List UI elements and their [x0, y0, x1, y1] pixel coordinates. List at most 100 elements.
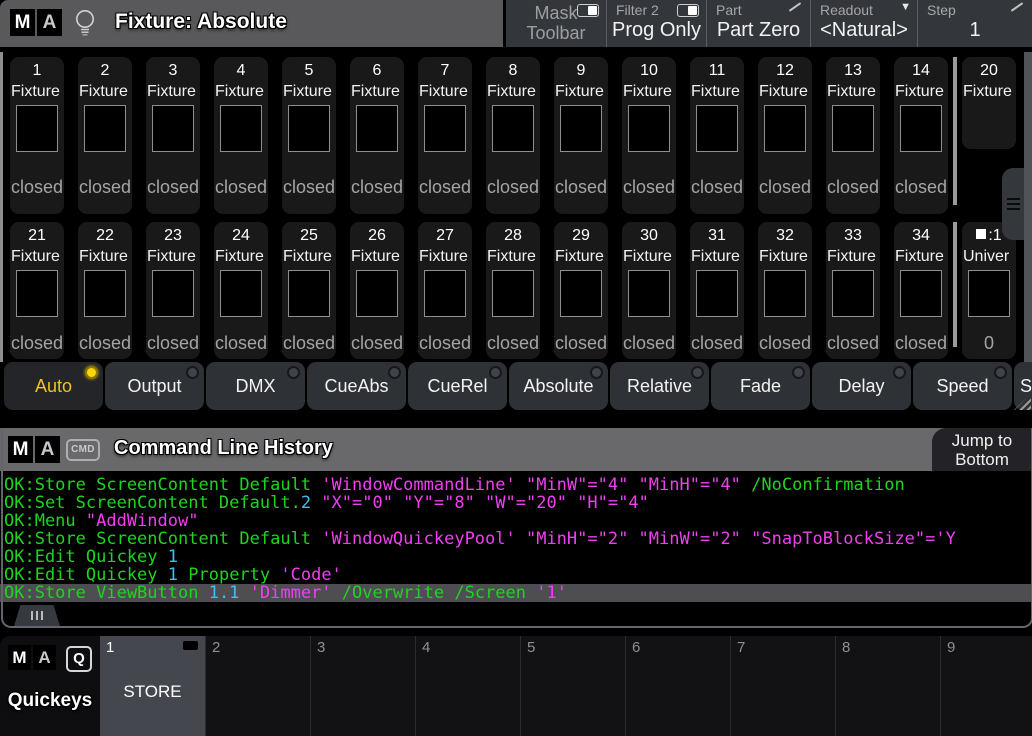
fixture-cell[interactable]: 3Fixtureclosed: [146, 57, 200, 214]
fixture-status: closed: [690, 333, 744, 354]
filter-button[interactable]: Filter 2Prog Only: [606, 0, 706, 47]
fixture-status: closed: [690, 177, 744, 198]
quickey-cell[interactable]: 2: [205, 636, 310, 736]
quickey-cell[interactable]: 8: [835, 636, 940, 736]
jump-to-bottom-button[interactable]: Jump to Bottom: [932, 428, 1032, 471]
tab-output[interactable]: Output: [105, 362, 204, 410]
fixture-number: 22: [78, 225, 132, 246]
tab-delay[interactable]: Delay: [812, 362, 911, 410]
toggle-icon: [577, 4, 599, 17]
fixture-cell[interactable]: 28Fixtureclosed: [486, 222, 540, 359]
fixture-cell[interactable]: 23Fixtureclosed: [146, 222, 200, 359]
part-button[interactable]: PartPart Zero: [706, 0, 810, 47]
screen: M A Fixture: Absolute MaskToolbarFilter …: [0, 0, 1032, 736]
fixture-cell[interactable]: 26Fixtureclosed: [350, 222, 404, 359]
fixture-cell[interactable]: 10Fixtureclosed: [622, 57, 676, 214]
fixture-status: closed: [622, 333, 676, 354]
fixture-cell[interactable]: 33Fixtureclosed: [826, 222, 880, 359]
tab-speed[interactable]: Speed: [913, 362, 1012, 410]
fixture-number: 28: [486, 225, 540, 246]
fixture-number: 29: [554, 225, 608, 246]
fixture-cell[interactable]: 13Fixtureclosed: [826, 57, 880, 214]
step-button[interactable]: Step1: [917, 0, 1032, 47]
fixture-row-2: 21Fixtureclosed22Fixtureclosed23Fixturec…: [0, 222, 1032, 359]
fixture-cell[interactable]: 24Fixtureclosed: [214, 222, 268, 359]
fixture-cell-partial[interactable]: 20Fixture: [962, 57, 1016, 149]
fixture-cell[interactable]: 31Fixtureclosed: [690, 222, 744, 359]
fixture-value-box: [560, 105, 602, 152]
fixture-cell[interactable]: 1Fixtureclosed: [10, 57, 64, 214]
fixture-cell[interactable]: 8Fixtureclosed: [486, 57, 540, 214]
tab-absolute[interactable]: Absolute: [509, 362, 608, 410]
quickeys-title: Quickeys: [0, 690, 100, 712]
fixture-cell[interactable]: 22Fixtureclosed: [78, 222, 132, 359]
quickey-label: STORE: [100, 682, 205, 702]
fixture-cell[interactable]: 32Fixtureclosed: [758, 222, 812, 359]
tab-radio-icon: [994, 366, 1007, 379]
fixture-cell[interactable]: 14Fixtureclosed: [894, 57, 948, 214]
tab-cuerel[interactable]: CueRel: [408, 362, 507, 410]
fixture-name: Fixture: [690, 81, 744, 102]
quickey-cell[interactable]: 3: [310, 636, 415, 736]
fixture-number: 26: [350, 225, 404, 246]
fixture-status: closed: [554, 177, 608, 198]
fixture-name: Fixture: [146, 246, 200, 267]
command-history-line[interactable]: OK:Edit Quickey 1: [0, 548, 1032, 566]
tab-radio-icon: [691, 366, 704, 379]
fixture-cell[interactable]: 27Fixtureclosed: [418, 222, 472, 359]
fixture-status: closed: [146, 177, 200, 198]
fixture-name: Fixture: [418, 81, 472, 102]
column-divider: [953, 222, 957, 347]
fixture-cell[interactable]: 5Fixtureclosed: [282, 57, 336, 214]
fixture-cell[interactable]: 11Fixtureclosed: [690, 57, 744, 214]
command-history-line[interactable]: OK:Set ScreenContent Default.2 "X"="0" "…: [0, 494, 1032, 512]
fixture-cell[interactable]: 34Fixtureclosed: [894, 222, 948, 359]
command-history-line[interactable]: OK:Menu "AddWindow": [0, 512, 1032, 530]
quickey-cell[interactable]: 6: [625, 636, 730, 736]
quickey-cell[interactable]: 1STORE: [100, 636, 205, 736]
fixture-value-box: [696, 270, 738, 317]
fixture-cell[interactable]: 12Fixtureclosed: [758, 57, 812, 214]
quickey-cell[interactable]: 5: [520, 636, 625, 736]
fixture-cell[interactable]: 30Fixtureclosed: [622, 222, 676, 359]
vertical-scroll-track[interactable]: [1024, 52, 1032, 362]
fixture-number: 12: [758, 60, 812, 81]
fixture-cell[interactable]: 6Fixtureclosed: [350, 57, 404, 214]
fixture-cell-partial[interactable]: :1Univer0: [962, 222, 1016, 359]
quickey-number: 7: [737, 639, 745, 656]
tab-cueabs[interactable]: CueAbs: [307, 362, 406, 410]
quickey-cell[interactable]: 9: [940, 636, 1032, 736]
ma-logo-button[interactable]: M A: [8, 436, 60, 463]
quickey-cell[interactable]: 7: [730, 636, 835, 736]
horizontal-scroll-handle[interactable]: [14, 605, 60, 626]
tab-auto[interactable]: Auto: [4, 362, 103, 410]
quickey-cell[interactable]: 4: [415, 636, 520, 736]
quickeys-window: M A Q Quickeys 1STORE23456789: [0, 636, 1032, 736]
fixture-cell[interactable]: 7Fixtureclosed: [418, 57, 472, 214]
tab-fade[interactable]: Fade: [711, 362, 810, 410]
command-history-line[interactable]: OK:Store ScreenContent Default 'WindowCo…: [0, 476, 1032, 494]
fixture-value-box: [628, 105, 670, 152]
fixture-status: closed: [282, 333, 336, 354]
fixture-cell[interactable]: 25Fixtureclosed: [282, 222, 336, 359]
mask-toolbar-button[interactable]: MaskToolbar: [506, 0, 606, 47]
fixture-cell[interactable]: 2Fixtureclosed: [78, 57, 132, 214]
tab-relative[interactable]: Relative: [610, 362, 709, 410]
fixture-value-box: [424, 105, 466, 152]
command-history-line[interactable]: OK:Store ViewButton 1.1 'Dimmer' /Overwr…: [0, 584, 1032, 602]
ma-logo-button[interactable]: M A: [8, 645, 56, 670]
fixture-cell[interactable]: 9Fixtureclosed: [554, 57, 608, 214]
fixture-cell[interactable]: 29Fixtureclosed: [554, 222, 608, 359]
ma-logo-button[interactable]: M A: [10, 9, 62, 36]
fixture-status: closed: [146, 333, 200, 354]
tab-dmx[interactable]: DMX: [206, 362, 305, 410]
command-history-line[interactable]: OK:Edit Quickey 1 Property 'Code': [0, 566, 1032, 584]
ma-logo-m: M: [10, 9, 35, 36]
vertical-scroll-handle[interactable]: [1002, 168, 1024, 240]
fixture-cell[interactable]: 21Fixtureclosed: [10, 222, 64, 359]
fixture-cell[interactable]: 4Fixtureclosed: [214, 57, 268, 214]
fixture-status: closed: [758, 333, 812, 354]
command-history-line[interactable]: OK:Store ScreenContent Default 'WindowQu…: [0, 530, 1032, 548]
tab-label: Speed: [936, 376, 988, 397]
readout-button[interactable]: Readout<Natural>▼: [810, 0, 917, 47]
